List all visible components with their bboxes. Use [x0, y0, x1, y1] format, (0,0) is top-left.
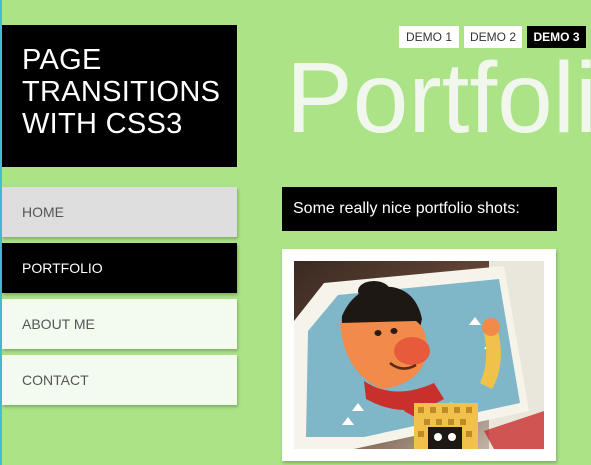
- nav-item-contact[interactable]: CONTACT: [2, 355, 237, 405]
- site-title-line-1: PAGE: [22, 44, 102, 76]
- site-title: PAGE TRANSITIONS WITH CSS3: [2, 25, 237, 167]
- nav-item-about-me[interactable]: ABOUT ME: [2, 299, 237, 349]
- site-title-line-2: TRANSITIONS: [22, 76, 221, 108]
- portfolio-caption: Some really nice portfolio shots:: [282, 187, 557, 231]
- nav-item-portfolio[interactable]: PORTFOLIO: [2, 243, 237, 293]
- nav-item-home[interactable]: HOME: [2, 187, 237, 237]
- portfolio-image: [294, 261, 544, 449]
- site-title-line-3: WITH CSS3: [22, 108, 183, 140]
- page-heading: Portfolio: [286, 42, 591, 154]
- portfolio-shot[interactable]: [282, 249, 556, 461]
